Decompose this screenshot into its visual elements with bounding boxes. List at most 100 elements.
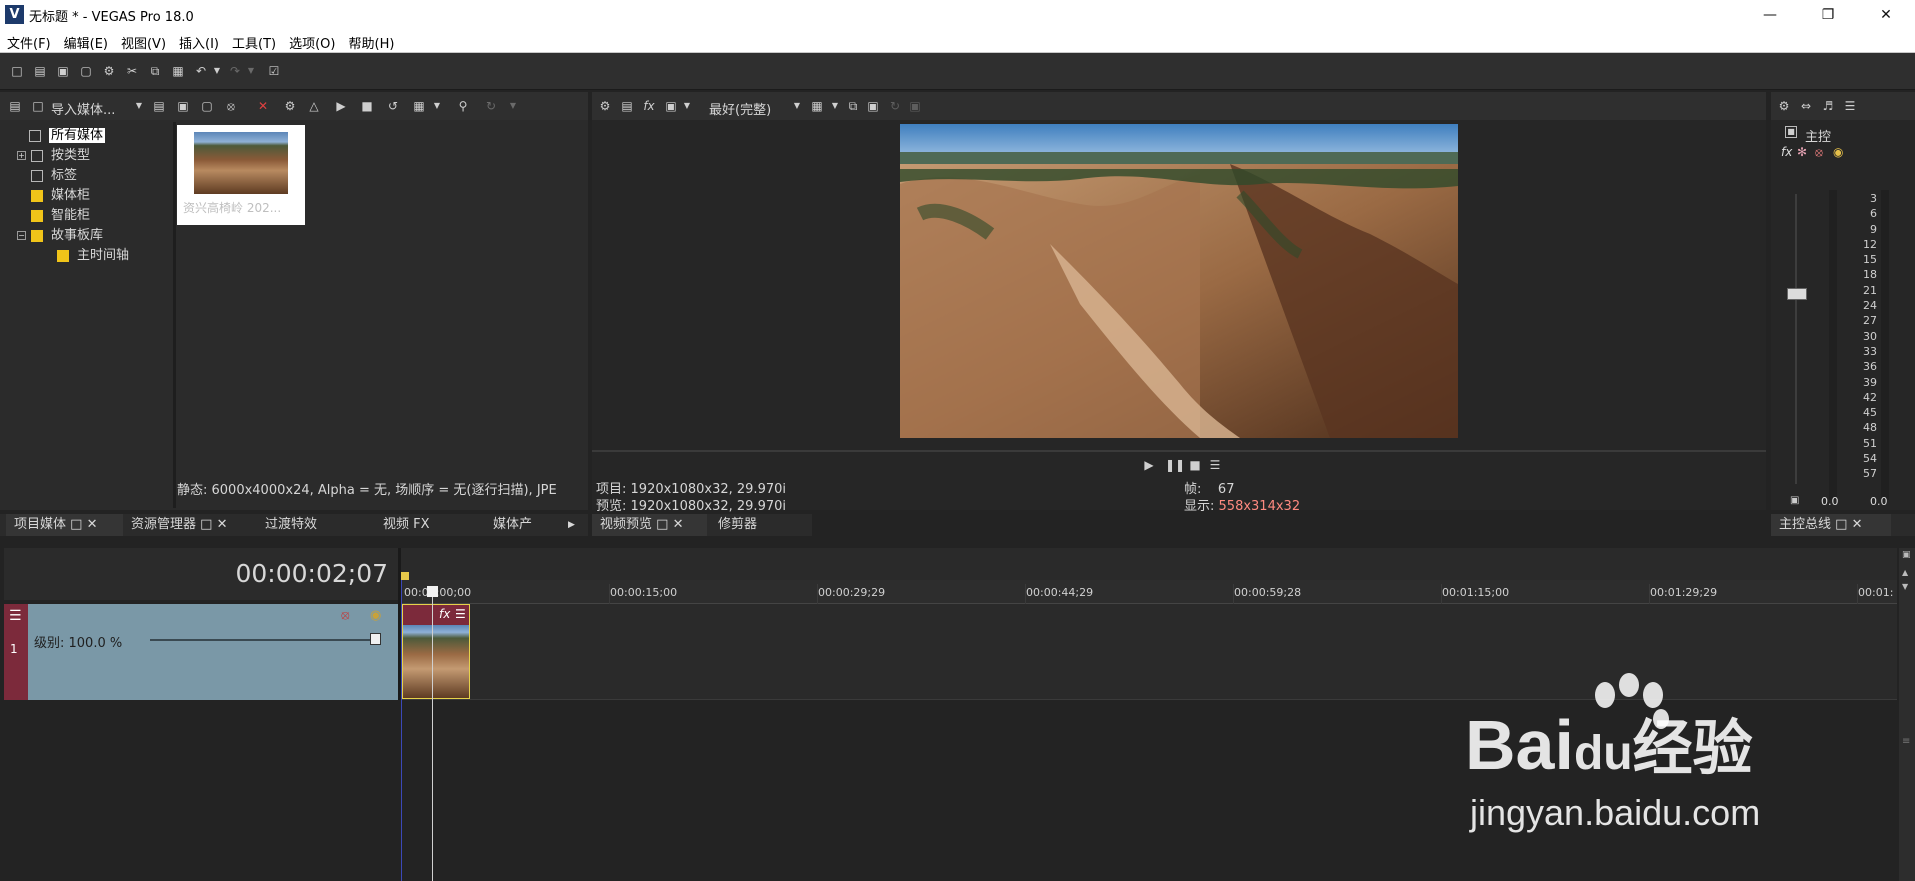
tab-video-fx[interactable]: 视频 FX [375, 514, 485, 536]
loop-start-marker-icon[interactable] [401, 572, 409, 580]
close-button[interactable]: ✕ [1863, 0, 1909, 30]
preview-menu-icon[interactable]: ☰ [1208, 458, 1222, 472]
quality-dropdown-icon[interactable]: ▼ [790, 99, 804, 113]
media-list-icon[interactable]: ▤ [8, 99, 22, 113]
device-icon[interactable]: ▤ [620, 99, 634, 113]
save-snapshot-icon[interactable]: ▣ [866, 99, 880, 113]
menu-insert[interactable]: 插入(I) [172, 30, 225, 52]
fader-lock-icon[interactable]: ▣ [1790, 495, 1799, 506]
menu-help[interactable]: 帮助(H) [342, 30, 401, 52]
tab-media-generators[interactable]: 媒体产 [485, 514, 545, 536]
master-fader-handle[interactable] [1787, 288, 1807, 300]
tab-trimmer[interactable]: 修剪器 [710, 514, 800, 536]
undo-dropdown-icon[interactable]: ▼ [210, 64, 224, 78]
refresh-dropdown-icon[interactable]: ▼ [506, 99, 520, 113]
overlays-dropdown-icon[interactable]: ▼ [828, 99, 842, 113]
track-color-strip[interactable]: ☰ 1 [4, 604, 28, 700]
clip-menu-icon[interactable]: ☰ [455, 607, 466, 621]
playhead-handle-icon[interactable] [427, 586, 438, 597]
master-solo-icon[interactable]: ◉ [1833, 145, 1843, 159]
master-mute-icon[interactable]: ⦻ [1815, 145, 1823, 160]
tree-item-smart-bins[interactable]: 智能柜 [31, 206, 90, 226]
tab-master-bus[interactable]: 主控总线 □ ✕ [1771, 514, 1891, 536]
preview-stop-icon[interactable]: ■ [1188, 458, 1202, 472]
menu-file[interactable]: 文件(F) [0, 30, 57, 52]
overlays-grid-icon[interactable]: ▦ [810, 99, 824, 113]
split-dropdown-icon[interactable]: ▼ [680, 99, 694, 113]
new-icon[interactable]: □ [10, 64, 24, 78]
tree-item-main-timeline[interactable]: 主时间轴 [57, 246, 129, 266]
split-screen-icon[interactable]: ▣ [664, 99, 678, 113]
maximize-button[interactable]: ❐ [1805, 0, 1851, 30]
remove-icon[interactable]: ✕ [256, 99, 270, 113]
preview-pause-icon[interactable]: ❚❚ [1165, 458, 1185, 472]
redo-icon[interactable]: ↷ [228, 64, 242, 78]
playhead-line[interactable] [432, 586, 433, 881]
properties-gear-icon[interactable]: ⚙ [102, 64, 116, 78]
preview-play-icon[interactable]: ▶ [1142, 458, 1156, 472]
scroll-up-icon[interactable]: ▲ [1902, 568, 1908, 577]
tree-item-storyboard[interactable]: − 故事板库 [17, 226, 103, 246]
get-media-icon[interactable]: ▣ [176, 99, 190, 113]
auto-preview-icon[interactable]: ↺ [386, 99, 400, 113]
timecode-display[interactable]: 00:00:02;07 [235, 559, 388, 588]
capture-icon[interactable]: ▤ [152, 99, 166, 113]
minimize-button[interactable]: — [1747, 0, 1793, 30]
media-properties-icon[interactable]: ⚙ [283, 99, 297, 113]
tree-item-all-media[interactable]: 所有媒体 [29, 126, 106, 146]
master-fx-icon[interactable]: fx [1781, 145, 1792, 159]
media-item[interactable]: 资兴高椅岭 202... [177, 125, 305, 225]
refresh-icon[interactable]: ↻ [484, 99, 498, 113]
copy-icon[interactable]: ⧉ [148, 64, 162, 78]
undo-icon[interactable]: ↶ [194, 64, 208, 78]
render-check-icon[interactable]: ☑ [267, 64, 281, 78]
no-sync-icon[interactable]: ⦻ [224, 99, 238, 113]
external-monitor-icon[interactable]: ▣ [908, 99, 922, 113]
track-solo-icon[interactable]: ◉ [370, 608, 381, 623]
master-fader-track[interactable] [1795, 194, 1797, 484]
view-options-icon[interactable]: ▦ [412, 99, 426, 113]
clip-fx-icon[interactable]: fx [439, 607, 450, 621]
preview-quality-select[interactable]: 最好(完整) [709, 99, 771, 118]
dim-output-icon[interactable]: ♬ [1821, 99, 1835, 113]
view-dropdown-icon[interactable]: ▼ [430, 99, 444, 113]
save-as-icon[interactable]: ▢ [79, 64, 93, 78]
menu-edit[interactable]: 编辑(E) [57, 30, 114, 52]
track-level-handle[interactable] [370, 633, 381, 645]
timeline-vertical-scrollbar[interactable]: ▣ ▲ ▼ ≡ [1899, 548, 1915, 881]
tab-project-media[interactable]: 项目媒体 □ ✕ [6, 514, 123, 536]
save-icon[interactable]: ▣ [56, 64, 70, 78]
burn-icon[interactable]: ▢ [200, 99, 214, 113]
redo-dropdown-icon[interactable]: ▼ [244, 64, 258, 78]
menu-tools[interactable]: 工具(T) [225, 30, 282, 52]
tree-item-tags[interactable]: 标签 [31, 166, 77, 186]
tab-scroll-right-icon[interactable]: ▶ [560, 514, 580, 536]
track-menu-icon[interactable]: ☰ [9, 608, 22, 624]
tab-video-preview[interactable]: 视频预览 □ ✕ [592, 514, 707, 536]
master-checkbox-icon[interactable]: ■ [1785, 126, 1797, 138]
stop-icon[interactable]: ■ [360, 99, 374, 113]
scroll-grip-icon[interactable]: ≡ [1902, 736, 1910, 747]
tree-item-by-type[interactable]: + 按类型 [17, 146, 90, 166]
search-icon[interactable]: ⚲ [456, 99, 470, 113]
tab-explorer[interactable]: 资源管理器 □ ✕ [123, 514, 253, 536]
tab-transitions[interactable]: 过渡特效 [257, 514, 367, 536]
marker-bar[interactable] [401, 548, 1897, 580]
scroll-lock-icon[interactable]: ▣ [1902, 550, 1911, 560]
paste-icon[interactable]: ▦ [171, 64, 185, 78]
copy-snapshot-icon[interactable]: ⧉ [846, 99, 860, 113]
media-fx-icon[interactable]: △ [307, 99, 321, 113]
import-media-icon[interactable]: □ [31, 99, 45, 113]
mixer-icon[interactable]: ☰ [1843, 99, 1857, 113]
menu-options[interactable]: 选项(O) [282, 30, 341, 52]
import-media-button[interactable]: 导入媒体... [51, 99, 115, 118]
menu-view[interactable]: 视图(V) [114, 30, 172, 52]
cut-icon[interactable]: ✂ [125, 64, 139, 78]
track-level-slider[interactable] [150, 639, 376, 641]
open-folder-icon[interactable]: ▤ [33, 64, 47, 78]
collapse-icon[interactable]: − [17, 231, 26, 240]
import-dropdown-icon[interactable]: ▼ [132, 99, 146, 113]
downmix-icon[interactable]: ⇔ [1799, 99, 1813, 113]
master-fx-chain-icon[interactable]: ✻ [1797, 145, 1807, 159]
sync-icon[interactable]: ↻ [888, 99, 902, 113]
